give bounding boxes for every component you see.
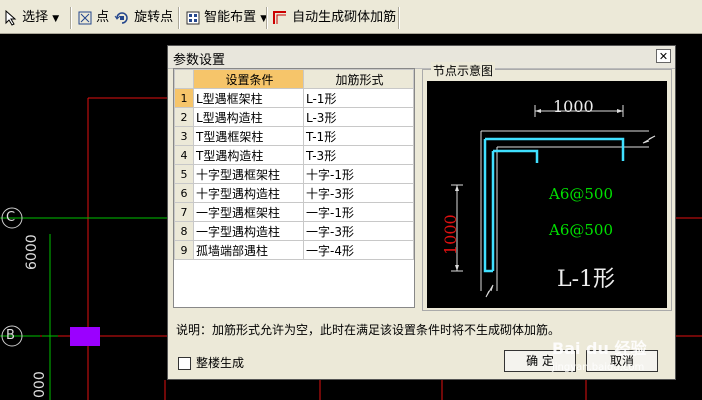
corner-cell: [174, 69, 194, 89]
form-cell[interactable]: 一字-1形: [303, 202, 414, 222]
watermark-url: jingyan.baidu.com: [552, 362, 645, 373]
table-row: 2 L型遇构造柱 L-3形: [174, 107, 414, 127]
dimension-6000: 6000: [24, 234, 40, 270]
condition-cell[interactable]: 孤墙端部遇柱: [193, 240, 304, 260]
l-shape-diagram: [451, 105, 656, 298]
rotate-point-tool[interactable]: 旋转点: [114, 8, 173, 28]
whole-floor-checkbox[interactable]: 整楼生成: [178, 354, 244, 371]
row-number[interactable]: 6: [174, 183, 194, 203]
table-row: 9 孤墙端部遇柱 一字-4形: [174, 240, 414, 260]
table-row: 4 T型遇构造柱 T-3形: [174, 145, 414, 165]
settings-table: 设置条件 加筋形式 1 L型遇框架柱 L-1形 2 L型遇构造柱 L-3形 3 …: [173, 68, 415, 308]
form-cell[interactable]: 十字-3形: [303, 183, 414, 203]
table-row: 3 T型遇框架柱 T-1形: [174, 126, 414, 146]
smart-layout-tool[interactable]: 智能布置 ▼: [186, 8, 267, 28]
condition-cell[interactable]: 一字型遇构造柱: [193, 221, 304, 241]
table-row: 8 一字型遇构造柱 一字-3形: [174, 221, 414, 241]
form-cell[interactable]: 一字-4形: [303, 240, 414, 260]
form-cell[interactable]: 一字-3形: [303, 221, 414, 241]
row-number[interactable]: 5: [174, 164, 194, 184]
rotate-icon: [114, 11, 128, 24]
dialog-title: 参数设置: [173, 53, 226, 68]
vertical-dimension: 1000: [441, 214, 460, 255]
row-number[interactable]: 2: [174, 107, 194, 127]
condition-cell[interactable]: T型遇构造柱: [193, 145, 304, 165]
table-row: 5 十字型遇框架柱 十字-1形: [174, 164, 414, 184]
condition-cell[interactable]: L型遇构造柱: [193, 107, 304, 127]
row-number[interactable]: 1: [174, 88, 194, 108]
shape-label: L-1形: [557, 267, 616, 292]
point-icon: [78, 11, 92, 24]
axis-label-c: C: [6, 210, 16, 225]
form-cell[interactable]: T-3形: [303, 145, 414, 165]
watermark: Bai du 经验 jingyan.baidu.com: [552, 335, 646, 374]
note-text: 说明：加筋形式允许为空，此时在满足该设置条件时将不生成砌体加筋。: [176, 323, 561, 337]
condition-cell[interactable]: 十字型遇框架柱: [193, 164, 304, 184]
row-number[interactable]: 4: [174, 145, 194, 165]
condition-cell[interactable]: L型遇框架柱: [193, 88, 304, 108]
condition-cell[interactable]: 一字型遇框架柱: [193, 202, 304, 222]
table-row: 6 十字型遇构造柱 十字-3形: [174, 183, 414, 203]
column-header-form[interactable]: 加筋形式: [303, 69, 414, 89]
row-number[interactable]: 9: [174, 240, 194, 260]
rebar-label-1: A6@500: [549, 185, 614, 203]
close-button[interactable]: ✕: [656, 49, 671, 63]
auto-generate-label: 自动生成砌体加筋: [292, 10, 397, 25]
auto-generate-reinforcement-tool[interactable]: 自动生成砌体加筋: [272, 8, 396, 28]
dropdown-arrow-icon[interactable]: ▼: [52, 14, 59, 24]
row-number[interactable]: 3: [174, 126, 194, 146]
select-tool[interactable]: 选择 ▼: [4, 8, 59, 28]
rebar-label-2: A6@500: [549, 221, 614, 239]
horizontal-dimension: 1000: [553, 97, 594, 116]
table-row: 1 L型遇框架柱 L-1形: [174, 88, 414, 108]
row-number[interactable]: 7: [174, 202, 194, 222]
whole-floor-label: 整楼生成: [196, 356, 245, 370]
column-marker: [70, 327, 100, 346]
axis-label-b: B: [6, 328, 15, 343]
node-diagram-title: 节点示意图: [431, 62, 496, 79]
dimension-000: 000: [32, 371, 48, 398]
watermark-text: Bai du 经验: [552, 339, 647, 358]
smart-layout-label: 智能布置: [204, 10, 257, 25]
point-tool[interactable]: 点: [78, 8, 109, 28]
column-header-condition[interactable]: 设置条件: [193, 69, 304, 89]
row-number[interactable]: 8: [174, 221, 194, 241]
cursor-icon: [5, 9, 17, 26]
close-icon: ✕: [658, 50, 669, 63]
rotate-point-label: 旋转点: [134, 10, 174, 25]
table-row: 7 一字型遇框架柱 一字-1形: [174, 202, 414, 222]
checkbox-box[interactable]: [178, 357, 191, 370]
toolbar: 选择 ▼ 点 旋转点 智能布置 ▼ 自动生成砌体加筋: [0, 0, 702, 34]
point-label: 点: [96, 10, 110, 25]
node-diagram-preview: 1000 1000 A6@500 A6@500 L-1形: [427, 81, 667, 308]
form-cell[interactable]: 十字-1形: [303, 164, 414, 184]
reinforcement-icon: [273, 10, 286, 24]
table-header-row: 设置条件 加筋形式: [174, 69, 414, 89]
form-cell[interactable]: T-1形: [303, 126, 414, 146]
select-label: 选择: [22, 10, 49, 25]
parameter-settings-dialog: 参数设置 ✕ 设置条件 加筋形式 1 L型遇框架柱 L-1形 2 L型遇构造柱 …: [167, 45, 676, 380]
condition-cell[interactable]: 十字型遇构造柱: [193, 183, 304, 203]
form-cell[interactable]: L-3形: [303, 107, 414, 127]
smart-layout-icon: [186, 11, 200, 24]
form-cell[interactable]: L-1形: [303, 88, 414, 108]
dialog-titlebar[interactable]: 参数设置 ✕: [168, 46, 675, 69]
node-diagram-group: 节点示意图 1000 1000 A6@500 A6@500 L-1形: [422, 62, 672, 311]
condition-cell[interactable]: T型遇框架柱: [193, 126, 304, 146]
